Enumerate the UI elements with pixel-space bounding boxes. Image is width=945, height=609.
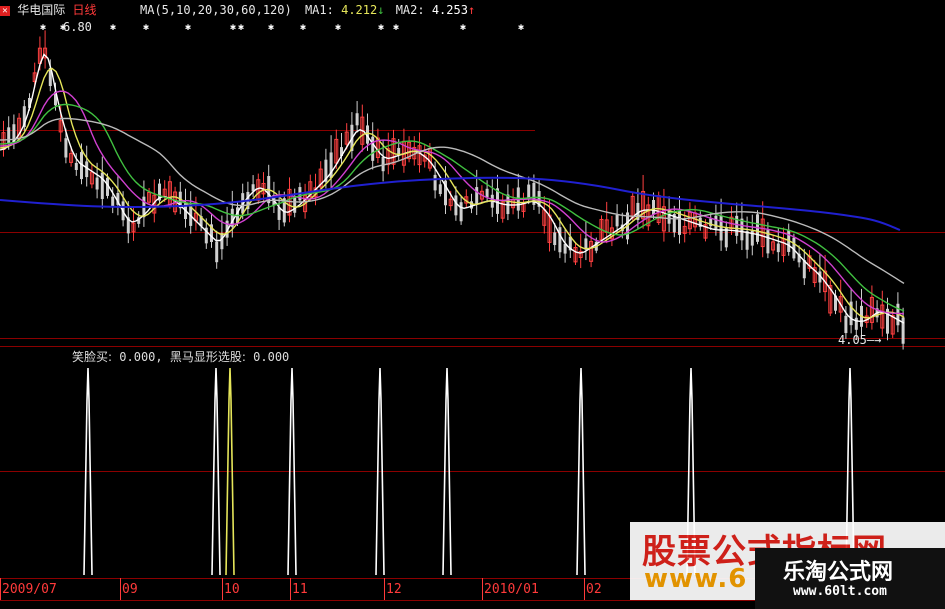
- candle-body: [293, 196, 297, 213]
- ma-params: MA(5,10,20,30,60,120): [140, 3, 292, 17]
- candle-body: [433, 174, 437, 191]
- close-icon[interactable]: ✕: [0, 5, 10, 16]
- candle-body: [667, 210, 671, 224]
- x-axis-label: 09: [122, 582, 138, 597]
- x-axis-label: 2010/01: [484, 582, 539, 597]
- ma2-label: MA2:: [395, 3, 425, 17]
- x-axis-label: 12: [386, 582, 402, 597]
- x-axis-label: 02: [586, 582, 602, 597]
- candle-body: [485, 188, 489, 198]
- watermark-letao-text: 乐淘公式网: [783, 560, 894, 585]
- period-label[interactable]: 日线: [72, 3, 96, 17]
- moving-averages: [0, 53, 905, 324]
- candle-body: [100, 172, 104, 199]
- star-marker: ✱: [110, 22, 116, 33]
- watermark-gupiao-site: www.6: [644, 564, 748, 594]
- star-marker: ✱: [40, 22, 46, 33]
- ma1-label: MA1:: [304, 3, 334, 17]
- indicator2-label: 黑马显形选股:: [169, 350, 246, 364]
- indicator-legend: 笑脸买: 0.000, 黑马显形选股: 0.000: [72, 349, 289, 365]
- chart-stage[interactable]: ✱ ✱ ✱ ✱ ✱ ✱ ✱ ✱ ✱ ✱ ✱ ✱ ✱ ✱: [0, 0, 945, 609]
- star-marker: ✱: [378, 22, 384, 33]
- candle-body: [470, 201, 473, 209]
- star-marker: ✱: [300, 22, 306, 33]
- candle-body: [844, 315, 848, 334]
- candle-body: [381, 156, 385, 172]
- candle-body: [558, 227, 562, 253]
- x-axis-label: 11: [292, 582, 308, 597]
- candle-body: [553, 232, 557, 246]
- candle-body: [64, 138, 68, 158]
- low-marker: 4.05—→: [838, 333, 881, 347]
- ma120-line: [0, 176, 901, 231]
- candle-body: [459, 202, 463, 222]
- ma10-line: [0, 67, 905, 319]
- header-bar: ✕ 华电国际 日线: [0, 2, 97, 18]
- candle-body: [371, 136, 375, 161]
- star-marker: ✱: [335, 22, 341, 33]
- candle-body: [745, 231, 749, 250]
- ma2-arrow-icon: ↑: [467, 3, 476, 17]
- star-marker: ✱: [238, 22, 244, 33]
- candle-body: [615, 214, 619, 227]
- high-marker: 6.80: [63, 20, 92, 34]
- star-marker: ✱: [460, 22, 466, 33]
- candles: [1, 30, 905, 350]
- candle-body: [652, 200, 655, 215]
- candle-body: [714, 215, 718, 230]
- star-marker: ✱: [518, 22, 524, 33]
- indicator1-value: 0.000,: [119, 350, 163, 364]
- candle-body: [355, 113, 359, 126]
- ma-legend: MA(5,10,20,30,60,120) MA1: 4.212↓ MA2: 4…: [140, 2, 475, 18]
- star-marker: ✱: [393, 22, 399, 33]
- candle-body: [854, 317, 858, 330]
- candle-body: [111, 196, 115, 208]
- candle-body: [95, 177, 99, 190]
- star-marker: ✱: [268, 22, 274, 33]
- x-axis-label: 10: [224, 582, 240, 597]
- candle-body: [220, 233, 224, 250]
- top-stars: ✱ ✱ ✱ ✱ ✱ ✱ ✱ ✱ ✱ ✱ ✱ ✱ ✱ ✱: [40, 22, 524, 33]
- candle-body: [776, 243, 780, 253]
- indicator1-label: 笑脸买:: [72, 350, 113, 364]
- ma5-line: [0, 53, 905, 324]
- stock-name: 华电国际: [17, 3, 66, 17]
- candle-body: [475, 187, 479, 205]
- ma1-arrow-icon: ↓: [377, 3, 385, 17]
- candle-body: [454, 195, 458, 216]
- low-marker-value: 4.05: [838, 333, 867, 347]
- arrow-right-icon: —→: [866, 333, 882, 347]
- x-axis-label: 2009/07: [2, 582, 57, 597]
- ma2-value: 4.253: [431, 3, 468, 17]
- candle-body: [74, 162, 78, 170]
- star-marker: ✱: [185, 22, 191, 33]
- star-marker: ✱: [143, 22, 149, 33]
- watermark-letao-url: www.60lt.com: [793, 584, 887, 599]
- candle-body: [7, 127, 11, 144]
- candle-body: [215, 241, 219, 263]
- indicator2-value: 0.000: [253, 350, 290, 364]
- candle-body: [719, 216, 723, 241]
- candle-body: [438, 184, 442, 194]
- watermark-letao: 乐淘公式网 www.60lt.com: [755, 548, 945, 609]
- ma1-value: 4.212: [341, 3, 378, 17]
- star-marker: ✱: [230, 22, 236, 33]
